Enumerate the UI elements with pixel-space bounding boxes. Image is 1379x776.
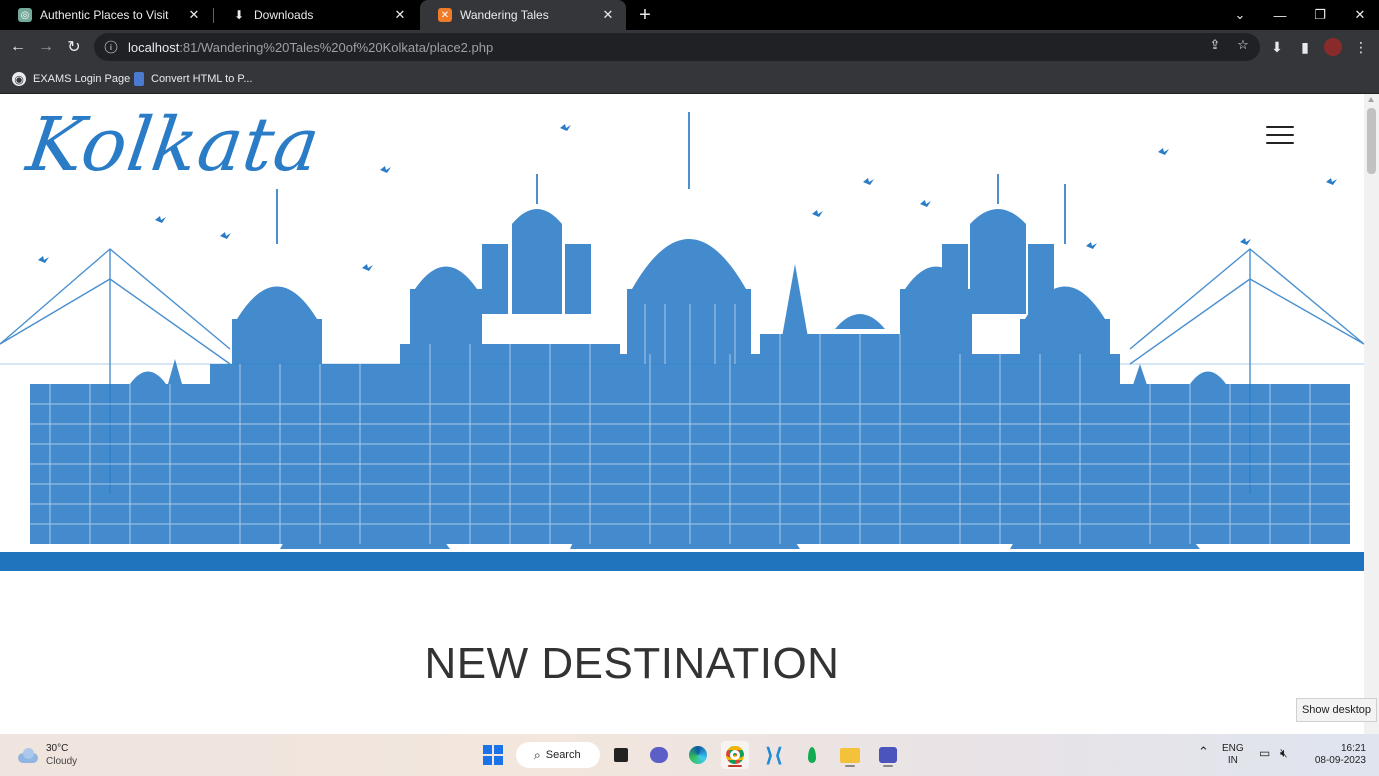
- bookmark-exams-login[interactable]: ◉ EXAMS Login Page: [12, 70, 130, 88]
- clock[interactable]: 16:21 08-09-2023: [1306, 743, 1366, 767]
- chevron-up-icon[interactable]: ⌃: [1198, 745, 1209, 758]
- profile-avatar[interactable]: [1324, 38, 1342, 56]
- share-icon[interactable]: ⇪: [1205, 35, 1225, 55]
- show-desktop-tooltip: Show desktop: [1296, 698, 1377, 722]
- hamburger-menu-icon[interactable]: [1266, 126, 1294, 144]
- scroll-up-arrow-icon[interactable]: [1368, 97, 1374, 102]
- language-bottom: IN: [1227, 755, 1238, 766]
- downloads-icon[interactable]: ⬇: [1265, 35, 1289, 59]
- reload-icon[interactable]: ↻: [62, 35, 86, 59]
- close-icon[interactable]: ✕: [392, 7, 408, 23]
- bookmarks-bar: ◉ EXAMS Login Page Convert HTML to P...: [0, 64, 1379, 94]
- mongodb-leaf-icon[interactable]: [798, 741, 826, 769]
- teams-chat-icon[interactable]: [645, 741, 673, 769]
- bookmark-star-icon[interactable]: ☆: [1233, 35, 1253, 55]
- side-panel-icon[interactable]: ▮: [1293, 35, 1317, 59]
- close-icon[interactable]: ✕: [600, 7, 616, 23]
- page-scrollbar[interactable]: [1364, 94, 1379, 734]
- tab-title: Downloads: [254, 8, 314, 22]
- section-heading: NEW DESTINATION: [424, 639, 840, 688]
- tab-authentic-places[interactable]: ◎ Authentic Places to Visit ✕: [0, 0, 212, 30]
- bookmark-convert-html[interactable]: Convert HTML to P...: [134, 70, 252, 88]
- weather-temperature: 30°C: [46, 743, 69, 754]
- site-logo[interactable]: Kolkata: [22, 102, 325, 188]
- xampp-icon: ✕: [438, 8, 452, 22]
- bookmark-label: Convert HTML to P...: [151, 73, 253, 85]
- restore-icon[interactable]: ❐: [1300, 0, 1340, 30]
- search-label: Search: [545, 749, 581, 761]
- task-view-icon[interactable]: [607, 741, 635, 769]
- hero-banner: Kolkata: [0, 94, 1364, 571]
- scrollbar-thumb[interactable]: [1367, 108, 1376, 174]
- close-icon[interactable]: ✕: [186, 7, 202, 23]
- info-icon[interactable]: i: [104, 40, 118, 54]
- vscode-icon[interactable]: ⟩⟨: [760, 741, 788, 769]
- edge-browser-icon[interactable]: [684, 741, 712, 769]
- chrome-browser-icon[interactable]: [721, 741, 749, 769]
- windows-taskbar: 30°C Cloudy ⌕ Search ⟩⟨ ⌃ ENG IN ▭ 🔇︎ 16…: [0, 734, 1379, 776]
- cloud-icon: [16, 747, 40, 763]
- minimize-icon[interactable]: —: [1260, 0, 1300, 30]
- page-viewport: Kolkata NEW DESTINATION Show desktop: [0, 94, 1379, 734]
- hero-bottom-band: [0, 552, 1364, 571]
- weather-condition: Cloudy: [46, 756, 78, 767]
- tab-search-chevron-icon[interactable]: ⌄: [1220, 0, 1260, 30]
- menu-kebab-icon[interactable]: ⋮: [1349, 35, 1373, 59]
- window-close-icon[interactable]: ✕: [1340, 0, 1379, 30]
- gpt-icon: ◎: [18, 8, 32, 22]
- clock-date: 08-09-2023: [1314, 755, 1366, 766]
- monitor-icon[interactable]: ▭: [1259, 747, 1270, 759]
- speaker-muted-icon[interactable]: 🔇︎: [1280, 747, 1288, 759]
- clock-time: 16:21: [1340, 743, 1366, 754]
- tab-strip: ◎ Authentic Places to Visit ✕ ⬇ Download…: [0, 0, 1379, 30]
- tab-title: Wandering Tales: [460, 8, 549, 22]
- start-windows-icon[interactable]: [479, 741, 507, 769]
- document-icon: [134, 72, 144, 86]
- back-arrow-icon[interactable]: ←: [6, 35, 30, 59]
- tab-downloads[interactable]: ⬇ Downloads ✕: [214, 0, 418, 30]
- address-bar[interactable]: i localhost:81/Wandering%20Tales%20of%20…: [94, 33, 1260, 61]
- bookmark-label: EXAMS Login Page: [33, 73, 131, 85]
- tab-wandering-tales[interactable]: ✕ Wandering Tales ✕: [420, 0, 626, 30]
- tab-title: Authentic Places to Visit: [40, 8, 169, 22]
- language-indicator[interactable]: ENG IN: [1222, 743, 1244, 767]
- download-icon: ⬇: [233, 8, 245, 22]
- language-top: ENG: [1222, 743, 1244, 754]
- search-icon: ⌕: [534, 747, 541, 762]
- taskbar-search[interactable]: ⌕ Search: [516, 742, 600, 768]
- globe-icon: ◉: [12, 72, 26, 86]
- teams-icon[interactable]: [874, 741, 902, 769]
- file-explorer-folder-icon[interactable]: [836, 741, 864, 769]
- url-text: localhost:81/Wandering%20Tales%20of%20Ko…: [128, 39, 494, 55]
- new-tab-button[interactable]: +: [634, 4, 656, 26]
- forward-arrow-icon[interactable]: →: [34, 35, 58, 59]
- weather-widget[interactable]: 30°C Cloudy: [16, 742, 77, 768]
- browser-toolbar: ← → ↻ i localhost:81/Wandering%20Tales%2…: [0, 30, 1379, 64]
